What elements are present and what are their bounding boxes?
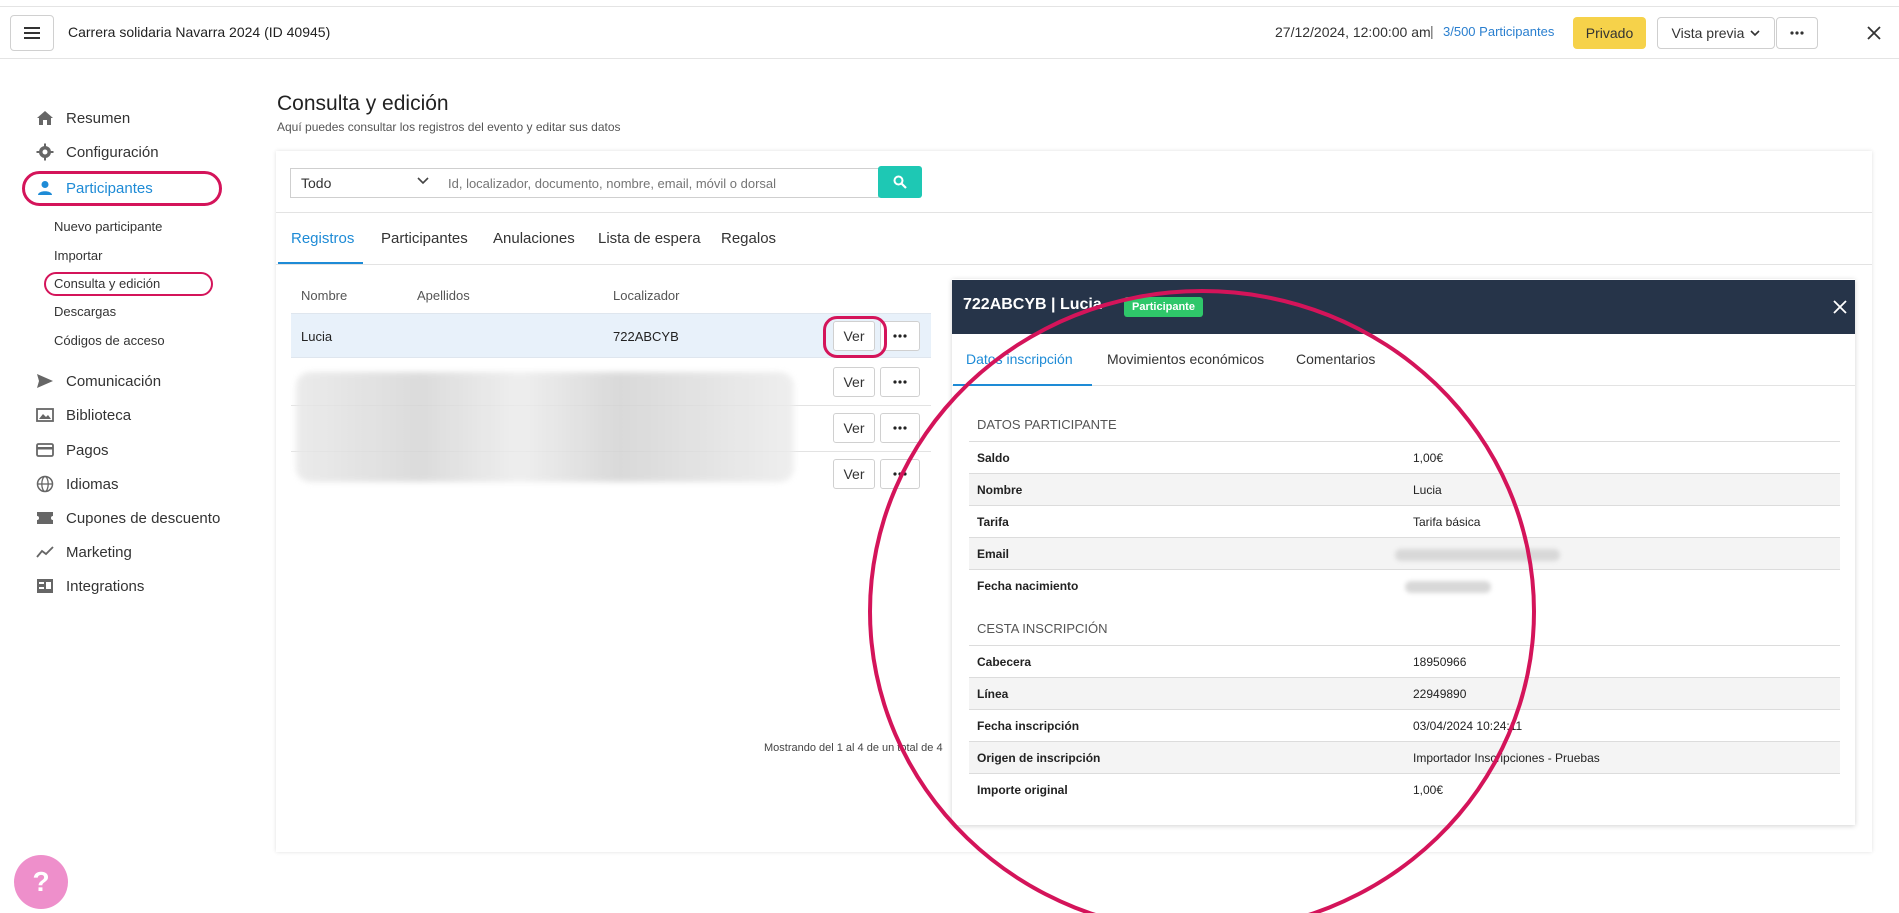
row-more-button[interactable] <box>880 367 920 397</box>
sidebar-item-configuracion[interactable]: Configuración <box>36 138 159 166</box>
participantes-highlight <box>22 171 222 206</box>
more-icon <box>893 334 907 338</box>
sidebar-item-label: Pagos <box>66 441 109 459</box>
sidebar-item-label: Cupones de descuento <box>66 509 221 527</box>
sidebar-item-label: Biblioteca <box>66 406 132 424</box>
search-icon <box>893 175 907 189</box>
cell-localizador: 722ABCYB <box>613 329 679 344</box>
more-icon <box>893 380 907 384</box>
chevron-down-icon <box>1750 29 1761 36</box>
filter-select[interactable]: Todo <box>290 168 440 198</box>
sidebar-item-pagos[interactable]: Pagos <box>36 436 109 464</box>
annotation-circle <box>868 289 1536 913</box>
integration-icon <box>36 577 54 595</box>
sidebar-item-label: Idiomas <box>66 475 119 493</box>
tab-anulaciones[interactable]: Anulaciones <box>493 230 575 247</box>
ver-button[interactable]: Ver <box>833 459 875 489</box>
event-title: Carrera solidaria Navarra 2024 (ID 40945… <box>68 24 331 40</box>
more-icon <box>1790 31 1804 35</box>
sidebar-sub-nuevo-participante[interactable]: Nuevo participante <box>54 219 162 234</box>
tab-lista-espera[interactable]: Lista de espera <box>598 230 701 247</box>
tab-regalos[interactable]: Regalos <box>721 230 776 247</box>
private-button[interactable]: Privado <box>1573 17 1646 49</box>
sidebar-item-marketing[interactable]: Marketing <box>36 538 132 566</box>
globe-icon <box>36 475 54 493</box>
sidebar-sub-descargas[interactable]: Descargas <box>54 304 116 319</box>
sidebar-sub-codigos-acceso[interactable]: Códigos de acceso <box>54 333 165 348</box>
column-header-apellidos[interactable]: Apellidos <box>417 288 470 303</box>
sidebar-item-cupones[interactable]: Cupones de descuento <box>36 504 220 532</box>
hamburger-icon <box>24 27 40 39</box>
filter-select-value: Todo <box>301 175 332 191</box>
participants-count: 3/500 <box>1443 24 1476 39</box>
row-more-button[interactable] <box>880 413 920 443</box>
menu-button[interactable] <box>10 15 54 51</box>
images-icon <box>36 406 54 424</box>
sidebar-item-label: Configuración <box>66 143 159 161</box>
sidebar-item-idiomas[interactable]: Idiomas <box>36 470 119 498</box>
divider <box>276 212 1872 213</box>
more-options-button[interactable] <box>1776 17 1818 49</box>
close-icon <box>1867 26 1881 40</box>
event-date: 27/12/2024, 12:00:00 am <box>1275 24 1431 40</box>
panel-close-button[interactable] <box>1829 296 1851 318</box>
preview-label: Vista previa <box>1671 25 1745 41</box>
ver-button[interactable]: Ver <box>833 413 875 443</box>
blurred-rows <box>296 372 794 482</box>
chevron-down-icon <box>417 177 429 185</box>
sidebar-item-label: Resumen <box>66 109 131 127</box>
tab-participantes[interactable]: Participantes <box>381 230 468 247</box>
sidebar-item-biblioteca[interactable]: Biblioteca <box>36 401 131 429</box>
card-icon <box>36 441 54 459</box>
home-icon <box>36 109 54 127</box>
sidebar-item-integrations[interactable]: Integrations <box>36 572 144 600</box>
help-button[interactable]: ? <box>14 855 68 909</box>
more-icon <box>893 426 907 430</box>
ver-button[interactable]: Ver <box>833 367 875 397</box>
cell-nombre: Lucia <box>301 329 333 344</box>
page-title: Consulta y edición <box>277 92 449 115</box>
sidebar-item-label: Integrations <box>66 577 145 595</box>
column-header-nombre[interactable]: Nombre <box>301 288 347 303</box>
ticket-icon <box>36 509 54 527</box>
participants-link-label: Participantes <box>1479 24 1555 39</box>
search-input[interactable] <box>439 168 879 198</box>
sidebar-item-resumen[interactable]: Resumen <box>36 104 130 132</box>
consulta-highlight <box>44 272 213 296</box>
participants-link[interactable]: 3/500 Participantes <box>1443 24 1554 39</box>
column-header-localizador[interactable]: Localizador <box>613 288 680 303</box>
page-subtitle: Aquí puedes consultar los registros del … <box>277 120 621 134</box>
sidebar-item-label: Marketing <box>66 543 132 561</box>
active-tab-indicator <box>278 262 363 264</box>
tab-registros[interactable]: Registros <box>291 230 354 247</box>
close-icon <box>1833 300 1847 314</box>
tabs-divider <box>276 264 1872 265</box>
ver-highlight <box>823 316 887 358</box>
send-icon <box>36 372 54 390</box>
header-separator: | <box>1430 23 1434 39</box>
search-button[interactable] <box>878 166 922 198</box>
top-bar: Carrera solidaria Navarra 2024 (ID 40945… <box>0 6 1899 59</box>
close-button[interactable] <box>1862 21 1886 45</box>
trend-icon <box>36 543 54 561</box>
sidebar-item-comunicacion[interactable]: Comunicación <box>36 367 161 395</box>
gear-icon <box>36 143 54 161</box>
preview-button[interactable]: Vista previa <box>1657 17 1775 49</box>
sidebar-sub-importar[interactable]: Importar <box>54 248 102 263</box>
sidebar-item-label: Comunicación <box>66 372 162 390</box>
